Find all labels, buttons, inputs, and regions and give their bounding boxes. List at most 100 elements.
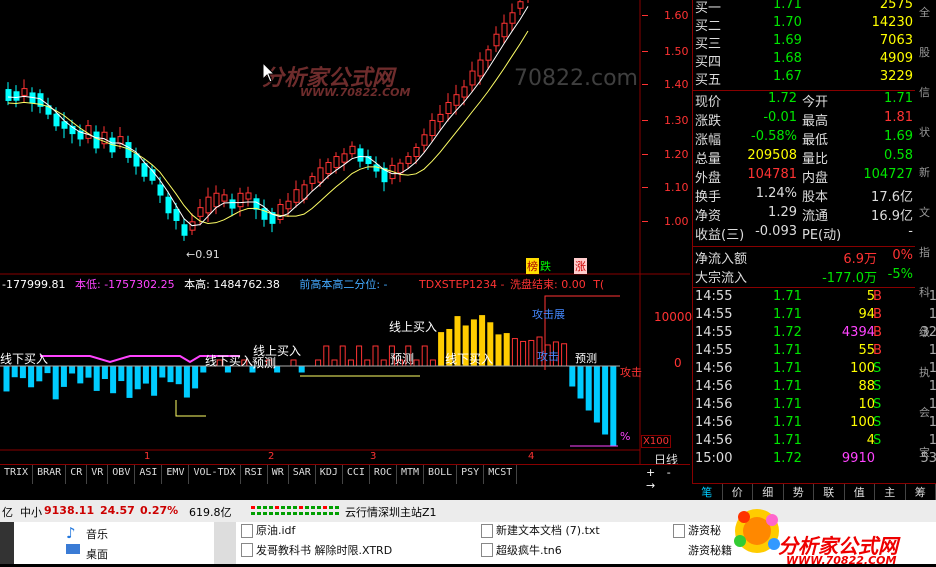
flow-row: 净流入额6.9万0% <box>693 248 915 267</box>
side-strip: 全股信状新文指科级执会宝 <box>917 0 936 483</box>
candle <box>94 132 99 148</box>
tick-price: 1.71 <box>773 397 802 412</box>
indicator-tab-obv[interactable]: OBV <box>108 465 135 484</box>
side-strip-item[interactable]: 信 <box>919 84 930 100</box>
indicator-tab-kdj[interactable]: KDJ <box>316 465 343 484</box>
side-strip-item[interactable]: 新 <box>919 164 930 180</box>
panel-tab[interactable]: 主 <box>875 484 906 501</box>
taskbar-file-4[interactable]: 超级疯牛.tn6 <box>496 542 562 558</box>
side-strip-item[interactable]: 会 <box>919 404 930 420</box>
indicator-bar <box>578 366 583 398</box>
taskbar-file-5[interactable]: 游资秘 <box>688 522 721 538</box>
indicator-bar <box>299 366 304 372</box>
start-menu-panel <box>14 522 214 564</box>
side-strip-item[interactable]: 科 <box>919 284 930 300</box>
indicator-tab-roc[interactable]: ROC <box>370 465 397 484</box>
indicator-tab-boll[interactable]: BOLL <box>424 465 457 484</box>
price-axis-label[interactable]: 1.20 <box>664 148 689 161</box>
candle <box>118 137 123 144</box>
panel-tab[interactable]: 势 <box>784 484 815 501</box>
file-icon-1 <box>241 524 253 538</box>
ind-text-3: 线上买入 <box>389 318 437 335</box>
indicator-bar <box>348 360 353 366</box>
indicator-tab-vr[interactable]: VR <box>87 465 108 484</box>
panel-tab[interactable]: 笔 <box>692 484 723 501</box>
indicator-tab-rsi[interactable]: RSI <box>241 465 268 484</box>
indicator-tab-brar[interactable]: BRAR <box>33 465 66 484</box>
price-axis-label[interactable]: 1.10 <box>664 181 689 194</box>
file-icon-5 <box>673 524 685 538</box>
candle <box>502 23 507 37</box>
tick-side: S <box>873 361 881 376</box>
panel-tab[interactable]: 值 <box>845 484 876 501</box>
candle <box>230 200 235 208</box>
indicator-bar <box>143 366 148 383</box>
taskbar-item-desktop[interactable]: 桌面 <box>86 546 108 562</box>
index-pct: 0.27% <box>140 504 178 517</box>
panel-tab[interactable]: 细 <box>753 484 784 501</box>
side-strip-item[interactable]: 执 <box>919 364 930 380</box>
tab-arrow-button[interactable]: → <box>646 479 655 492</box>
chart-area[interactable]: 1.601.501.401.301.201.101.00 ←0.91 榜 跌 涨… <box>0 0 690 483</box>
indicator-tab-vol-tdx[interactable]: VOL-TDX <box>189 465 240 484</box>
tab-plus-button[interactable]: + <box>646 466 655 479</box>
ind-trail: T( <box>593 278 604 291</box>
side-strip-item[interactable]: 文 <box>919 204 930 220</box>
taskbar-item-music[interactable]: 音乐 <box>86 526 108 542</box>
server-label[interactable]: 云行情深圳主站Z1 <box>345 504 437 520</box>
tab-minus-button[interactable]: - <box>667 466 671 479</box>
order-level-label: 买二 <box>695 15 721 34</box>
indicator-bar <box>422 346 427 366</box>
indicator-bar <box>373 346 378 366</box>
stat-label: 净资 <box>695 205 721 224</box>
indicator-tab-sar[interactable]: SAR <box>289 465 316 484</box>
tick-side: B <box>873 325 882 340</box>
stat-value-2: 104727 <box>863 167 913 182</box>
index-name[interactable]: 中小 <box>20 504 42 520</box>
price-axis-label[interactable]: 1.00 <box>664 215 689 228</box>
ind-text-9: 攻击 <box>537 348 559 364</box>
side-strip-item[interactable]: 指 <box>919 244 930 260</box>
indicator-tab-psy[interactable]: PSY <box>457 465 484 484</box>
price-axis-label[interactable]: 1.50 <box>664 45 689 58</box>
indicator-bar <box>586 366 591 410</box>
panel-tab[interactable]: 联 <box>814 484 845 501</box>
taskbar-file-1[interactable]: 原油.idf <box>256 522 295 538</box>
stat-label-2: 最高 <box>802 110 828 129</box>
indicator-tab-wr[interactable]: WR <box>268 465 289 484</box>
tick-row: 14:551.724394B32 <box>693 325 936 343</box>
stat-value: -0.01 <box>763 110 797 125</box>
panel-tabs: 笔价细势联值主筹 <box>692 483 936 501</box>
side-strip-item[interactable]: 宝 <box>919 444 930 460</box>
price-axis-label[interactable]: 1.40 <box>664 78 689 91</box>
panel-tab[interactable]: 价 <box>723 484 754 501</box>
indicator-tab-cr[interactable]: CR <box>66 465 87 484</box>
order-level-volume: 3229 <box>880 69 913 84</box>
indicator-tab-emv[interactable]: EMV <box>162 465 189 484</box>
price-axis-label[interactable]: 1.60 <box>664 9 689 22</box>
indicator-tab-cci[interactable]: CCI <box>343 465 370 484</box>
panel-tab[interactable]: 筹 <box>906 484 936 501</box>
taskbar-file-2[interactable]: 发哥教科书 解除时限.XTRD <box>256 542 392 558</box>
side-strip-item[interactable]: 级 <box>919 324 930 340</box>
indicator-tab-asi[interactable]: ASI <box>135 465 162 484</box>
taskbar-file-3[interactable]: 新建文本文档 (7).txt <box>496 522 600 538</box>
ind-step: TDXSTEP1234 - <box>419 278 504 291</box>
price-axis-label[interactable]: 1.30 <box>664 114 689 127</box>
ind-high-value: 1484762.38 <box>213 278 279 291</box>
stat-label-2: 最低 <box>802 129 828 148</box>
side-strip-item[interactable]: 股 <box>919 44 930 60</box>
indicator-tab-trix[interactable]: TRIX <box>0 465 33 484</box>
candle <box>430 120 435 135</box>
flow-pct: -5% <box>888 267 913 282</box>
side-strip-item[interactable]: 状 <box>919 124 930 140</box>
tick-side: S <box>873 415 881 430</box>
tick-price: 1.71 <box>773 379 802 394</box>
side-strip-item[interactable]: 全 <box>919 4 930 20</box>
axis-num-3: 3 <box>370 451 376 462</box>
indicator-tab-mcst[interactable]: MCST <box>484 465 517 484</box>
indicator-bar <box>611 366 616 446</box>
indicator-tab-mtm[interactable]: MTM <box>397 465 424 484</box>
desktop-icon <box>66 544 80 554</box>
stat-value: 104781 <box>747 167 797 182</box>
